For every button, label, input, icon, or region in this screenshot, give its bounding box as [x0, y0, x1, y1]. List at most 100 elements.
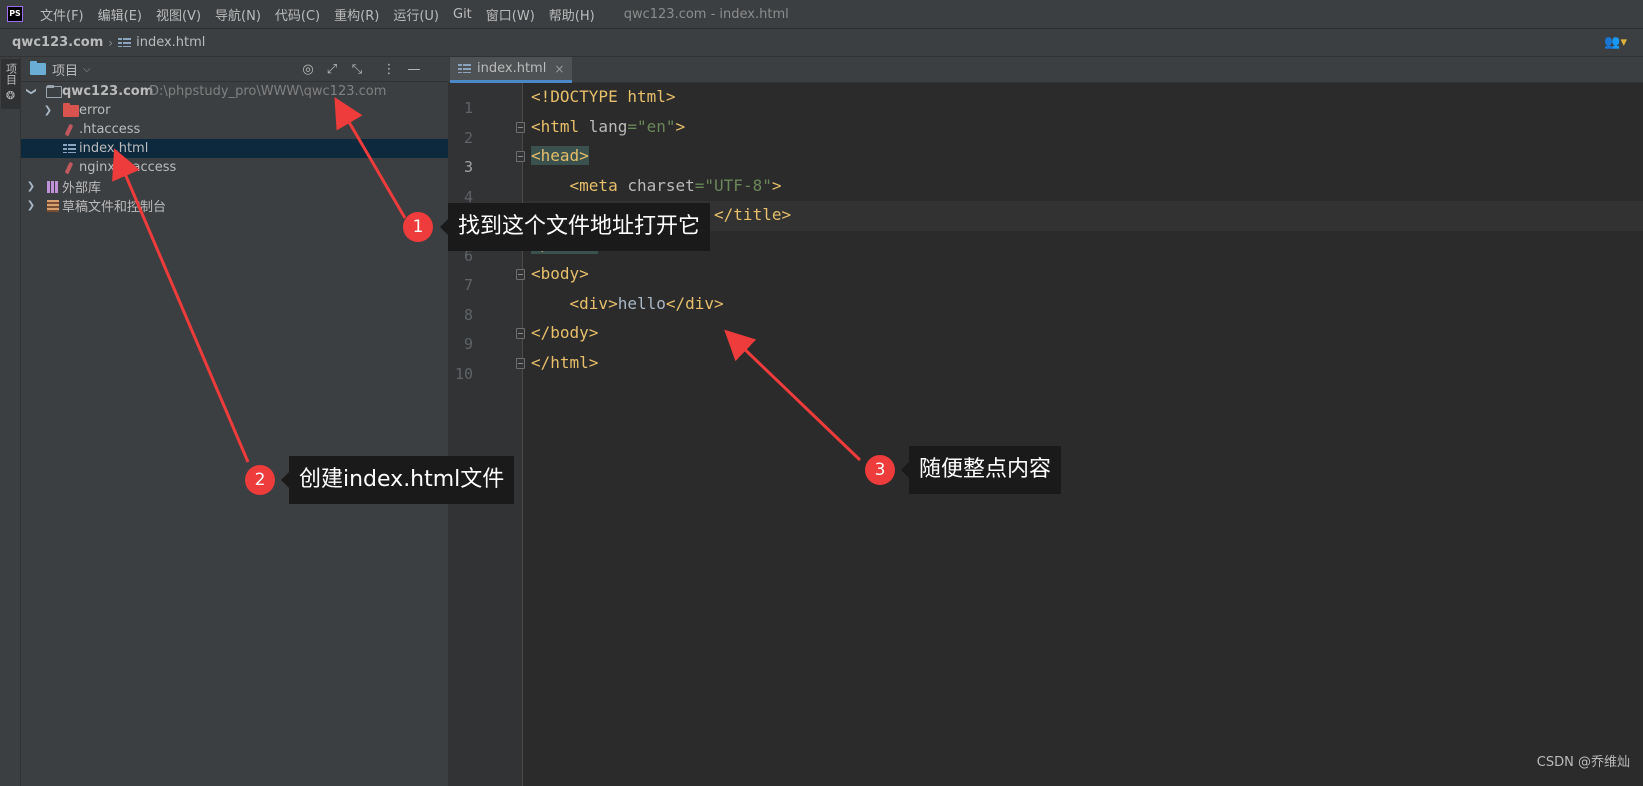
- menu-window[interactable]: 窗口(W): [479, 5, 542, 24]
- code-token: <html: [531, 117, 589, 136]
- tree-item-scratches[interactable]: ❯ 草稿文件和控制台: [21, 196, 448, 215]
- project-tool-window-button[interactable]: 项目 ❂: [1, 59, 20, 109]
- tree-item-label: nginx.htaccess: [79, 160, 177, 175]
- menu-refactor[interactable]: 重构(R): [327, 5, 386, 24]
- window-title: qwc123.com - index.html: [623, 6, 789, 22]
- tree-item-label: error: [79, 103, 111, 118]
- editor-tab-bar: index.html ×: [448, 57, 1643, 83]
- code-line-8[interactable]: <div>hello</div>: [531, 294, 724, 314]
- chevron-down-icon[interactable]: ❯: [26, 87, 37, 97]
- annotation-callout-3: 随便整点内容: [900, 446, 1062, 494]
- line-number: 2: [463, 129, 473, 147]
- fold-marker-icon[interactable]: [516, 328, 525, 339]
- code-token: <meta: [569, 176, 628, 195]
- code-token: <body>: [531, 264, 589, 283]
- menu-run[interactable]: 运行(U): [386, 5, 446, 24]
- line-number: 9: [463, 335, 473, 353]
- annotation-badge-2: 2: [245, 465, 275, 495]
- fold-marker-icon[interactable]: [516, 151, 525, 162]
- fold-marker-icon[interactable]: [516, 122, 525, 133]
- menu-git[interactable]: Git: [446, 7, 479, 22]
- breadcrumb-separator: ›: [108, 35, 114, 50]
- breadcrumb: qwc123.com › index.html 👥▾: [0, 29, 1643, 57]
- tree-item-htaccess[interactable]: .htaccess: [21, 120, 448, 139]
- code-line-1[interactable]: <!DOCTYPE html>: [531, 87, 676, 107]
- fold-marker-icon[interactable]: [516, 269, 525, 280]
- code-token: =: [627, 117, 637, 136]
- code-line-10[interactable]: </html>: [531, 353, 598, 373]
- tree-item-label: .htaccess: [79, 122, 141, 137]
- tree-item-root[interactable]: ❯ qwc123.com D:\phpstudy_pro\WWW\qwc123.…: [21, 82, 448, 101]
- menu-file[interactable]: 文件(F): [33, 5, 91, 24]
- library-icon: [47, 180, 59, 193]
- menu-navigate[interactable]: 导航(N): [208, 5, 268, 24]
- scratches-icon: [47, 199, 59, 212]
- html-file-icon: [118, 37, 132, 48]
- code-token: </body>: [531, 323, 599, 342]
- code-line-9[interactable]: </body>: [531, 323, 598, 343]
- menu-help[interactable]: 帮助(H): [542, 5, 602, 24]
- collapse-all-icon[interactable]: ⤡: [348, 61, 366, 79]
- options-menu-icon[interactable]: ⋮: [380, 61, 398, 79]
- code-token: <div>: [569, 294, 618, 313]
- tree-item-label: 外部库: [62, 181, 102, 196]
- html-file-icon: [458, 63, 471, 74]
- project-folder-icon: [30, 61, 46, 75]
- code-token: "en": [636, 117, 676, 136]
- chevron-right-icon[interactable]: ❯: [26, 181, 36, 192]
- line-number: 7: [463, 276, 473, 294]
- close-icon[interactable]: ×: [554, 62, 564, 76]
- code-with-me-icon[interactable]: 👥▾: [1604, 35, 1627, 50]
- tree-item-label: index.html: [79, 141, 149, 156]
- menu-view[interactable]: 视图(V): [149, 5, 208, 24]
- breadcrumb-file[interactable]: index.html: [136, 35, 205, 50]
- htaccess-file-icon: [64, 123, 74, 136]
- menu-bar: PS 文件(F) 编辑(E) 视图(V) 导航(N) 代码(C) 重构(R) 运…: [0, 0, 1643, 29]
- hide-panel-icon[interactable]: —: [405, 61, 423, 79]
- code-token: >: [675, 117, 686, 136]
- line-number: 8: [463, 306, 473, 324]
- tree-item-nginx-htaccess[interactable]: nginx.htaccess: [21, 158, 448, 177]
- code-token: </title>: [714, 205, 792, 224]
- editor-area: index.html × 1 2 3 4 5 6 7 8 9 10 <!DOCT…: [448, 57, 1643, 786]
- tree-item-index-html[interactable]: index.html: [21, 139, 448, 158]
- code-token: charset: [627, 176, 695, 195]
- code-token: </html>: [531, 353, 599, 372]
- annotation-callout-2: 创建index.html文件: [280, 456, 515, 504]
- menu-code[interactable]: 代码(C): [268, 5, 327, 24]
- code-line-2[interactable]: <html lang="en">: [531, 117, 685, 137]
- gutter-divider: [522, 83, 523, 786]
- code-token: lang: [588, 117, 628, 136]
- fold-marker-icon[interactable]: [516, 358, 525, 369]
- chevron-right-icon[interactable]: ❯: [43, 105, 53, 116]
- expand-all-icon[interactable]: ⤢: [323, 61, 341, 79]
- tree-item-label: qwc123.com: [62, 84, 154, 99]
- code-line-3[interactable]: <head>: [531, 146, 589, 166]
- chevron-down-icon[interactable]: ⌵: [83, 64, 91, 75]
- project-structure-icon: ❂: [5, 89, 16, 102]
- project-tool-label: 项目: [4, 63, 18, 85]
- menu-edit[interactable]: 编辑(E): [91, 5, 149, 24]
- code-line-4[interactable]: <meta charset="UTF-8">: [531, 176, 782, 196]
- folder-icon: [46, 84, 62, 98]
- line-number: 10: [454, 365, 473, 383]
- html-file-icon: [63, 143, 76, 154]
- chevron-right-icon[interactable]: ❯: [26, 200, 36, 211]
- code-line-7[interactable]: <body>: [531, 264, 589, 284]
- watermark: CSDN @乔维灿: [1536, 755, 1630, 770]
- line-number: 3: [463, 158, 473, 176]
- editor-gutter: 1 2 3 4 5 6 7 8 9 10: [448, 83, 523, 786]
- phpstorm-logo: PS: [7, 6, 23, 22]
- breadcrumb-project[interactable]: qwc123.com: [12, 35, 103, 50]
- tree-item-path: D:\phpstudy_pro\WWW\qwc123.com: [149, 84, 387, 99]
- tree-item-external-libraries[interactable]: ❯ 外部库: [21, 177, 448, 196]
- error-folder-icon: [63, 102, 79, 117]
- tab-index-html[interactable]: index.html ×: [450, 57, 573, 83]
- tree-item-error[interactable]: ❯ error: [21, 101, 448, 120]
- code-token: "UTF-8": [704, 176, 772, 195]
- project-panel: 项目 ⌵ ◎ ⤢ ⤡ ⋮ — ❯ qwc123.com D:\phpstudy_…: [21, 57, 448, 786]
- tab-label: index.html: [477, 61, 547, 76]
- locate-file-icon[interactable]: ◎: [299, 61, 317, 79]
- project-panel-title[interactable]: 项目: [52, 60, 78, 79]
- htaccess-file-icon: [64, 161, 74, 174]
